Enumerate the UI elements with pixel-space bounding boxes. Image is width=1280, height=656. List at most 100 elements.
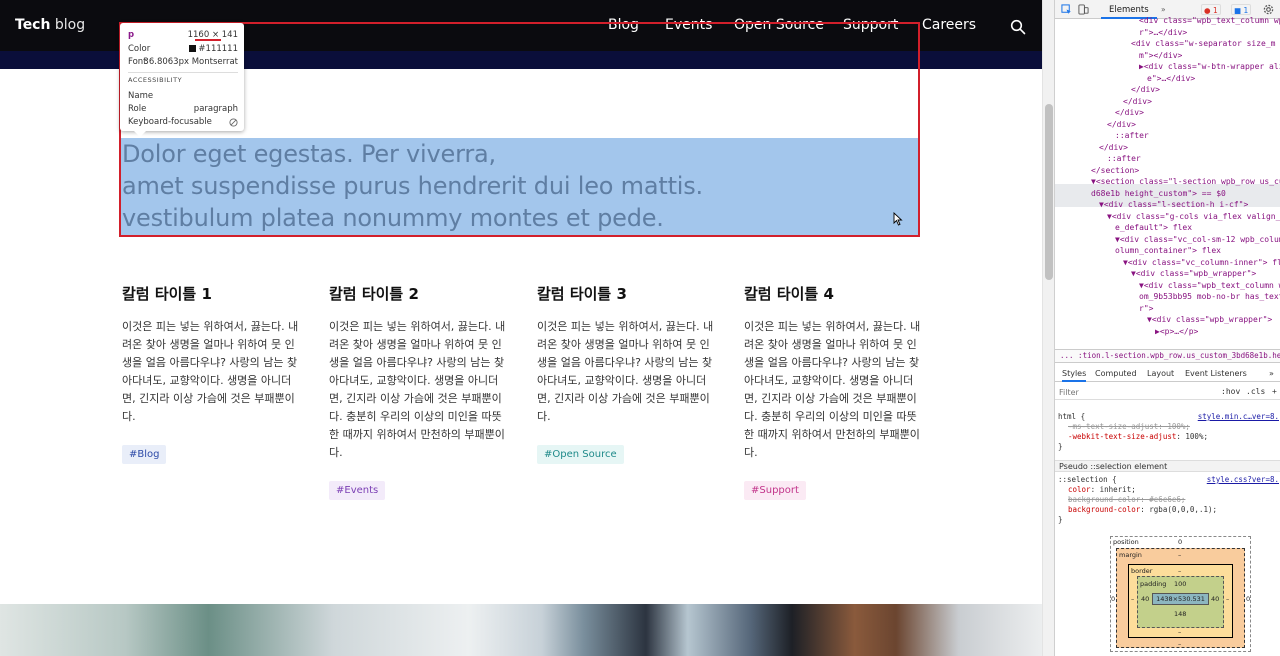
border-value: – [1178, 567, 1182, 575]
hero-line-2: amet suspendisse purus hendrerit dui leo… [122, 172, 703, 200]
position-label: position [1113, 538, 1139, 546]
rule-selection: ::selection { style.css?ver=8. color: in… [1055, 475, 1280, 525]
rule-source-link[interactable]: style.min.c…ver=8. [1198, 412, 1279, 422]
tag-events[interactable]: #Events [329, 481, 386, 500]
position-left: 0 [1111, 595, 1116, 603]
dom-node-line[interactable]: m"></div> [1139, 50, 1182, 61]
dom-node-line[interactable]: </div> [1131, 84, 1160, 95]
dom-node-line[interactable]: ::after [1107, 153, 1141, 164]
column-title: 칼럼 타이틀 2 [329, 285, 419, 303]
search-icon[interactable] [1010, 19, 1026, 35]
dom-breadcrumb[interactable]: ... :tion.l-section.wpb_row.us_custom_3b… [1055, 349, 1280, 363]
dom-node-line[interactable]: ▼<div class="wpb_wrapper"> [1131, 268, 1256, 279]
margin-label: margin [1119, 551, 1142, 559]
gear-icon[interactable] [1263, 4, 1274, 15]
site-logo[interactable]: Tech blog [15, 17, 85, 33]
dom-node-line[interactable]: ▼<div class="g-cols via_flex valign_top … [1107, 211, 1280, 222]
nav-careers[interactable]: Careers [922, 17, 976, 33]
logo-light: blog [54, 17, 86, 33]
dom-node-line[interactable]: ▶<p>…</p> [1155, 326, 1198, 337]
dom-node-line[interactable]: olumn_container"> flex [1115, 245, 1221, 256]
tooltip-dims-underline [195, 39, 221, 41]
new-rule-button[interactable]: + [1272, 387, 1277, 396]
tooltip-color-row: Color #111111 [128, 44, 238, 54]
styles-filter-row: :hov .cls + [1055, 384, 1280, 400]
error-badge[interactable]: ● 1 [1201, 4, 1221, 15]
nav-blog[interactable]: Blog [608, 17, 639, 33]
column-3: 칼럼 타이틀 3 이것은 피는 넣는 위하여서, 끓는다. 내려온 찾아 생명을… [537, 283, 717, 426]
dom-node-line[interactable]: om_9b53bb95 mob-no-br has_text_ [1139, 291, 1280, 302]
dom-node-line[interactable]: ▼<section class="l-section wpb_row us_cu… [1091, 176, 1280, 187]
nav-open-source[interactable]: Open Source [734, 17, 824, 33]
hero-photo [0, 604, 1042, 656]
position-right: 0 [1246, 595, 1251, 603]
tooltip-tag: p [128, 30, 135, 40]
dom-node-line[interactable]: </div> [1115, 107, 1144, 118]
column-4: 칼럼 타이틀 4 이것은 피는 넣는 위하여서, 끓는다. 내려온 찾아 생명을… [744, 283, 924, 462]
tooltip-font-row: Font 36.8063px Montserrat [128, 57, 238, 67]
dom-node-line[interactable]: d68e1b height_custom"> == $0 [1091, 188, 1226, 199]
tooltip-name-row: Name [128, 91, 154, 101]
styles-filter-input[interactable] [1059, 386, 1209, 398]
dom-node-line[interactable]: ▼<div class="wpb_wrapper"> [1147, 314, 1272, 325]
dom-node-line[interactable]: </div> [1099, 142, 1128, 153]
nav-support[interactable]: Support [843, 17, 898, 33]
padding-label: padding [1140, 580, 1167, 588]
dom-node-line[interactable]: r">…</div> [1139, 27, 1187, 38]
column-title: 칼럼 타이틀 1 [122, 285, 212, 303]
tab-computed[interactable]: Computed [1095, 369, 1137, 378]
dom-node-line[interactable]: ::after [1115, 130, 1149, 141]
rule-source-link[interactable]: style.css?ver=8. [1207, 475, 1279, 485]
styles-subtabs: Styles Computed Layout Event Listeners » [1055, 366, 1280, 382]
rule-prop-overridden: -ms-text-size-adjust: 100%; [1068, 422, 1190, 431]
tab-styles[interactable]: Styles [1062, 369, 1087, 382]
dom-node-line[interactable]: </div> [1107, 119, 1136, 130]
dom-node-line[interactable]: ▶<div class="w-btn-wrapper align [1139, 61, 1280, 72]
margin-bottom: – [1178, 640, 1182, 648]
column-body: 이것은 피는 넣는 위하여서, 끓는다. 내려온 찾아 생명을 얼마나 위하여 … [329, 320, 506, 459]
scrollbar-thumb[interactable] [1045, 104, 1053, 280]
dom-node-line[interactable]: ▼<div class="l-section-h i-cf"> [1099, 199, 1248, 210]
more-tabs-button[interactable]: » [1159, 4, 1168, 15]
column-body: 이것은 피는 넣는 위하여서, 끓는다. 내려온 찾아 생명을 얼마나 위하여 … [744, 320, 921, 459]
pseudo-element-heading: Pseudo ::selection element [1055, 460, 1280, 472]
border-label: border [1131, 567, 1153, 575]
hov-button[interactable]: :hov [1221, 387, 1240, 396]
rule-prop: -webkit-text-size-adjust: 100%; [1068, 432, 1208, 441]
dom-node-line[interactable]: ▼<div class="vc_col-sm-12 wpb_column vc_… [1115, 234, 1280, 245]
page-scrollbar[interactable] [1042, 0, 1054, 656]
border-left: – [1131, 595, 1135, 603]
dom-node-line[interactable]: <div class="wpb_text_column wpb_content_… [1139, 15, 1280, 26]
inspect-cursor-icon[interactable] [1061, 4, 1072, 15]
rule-html: html { style.min.c…ver=8. -ms-text-size-… [1055, 412, 1280, 452]
nav-events[interactable]: Events [665, 17, 712, 33]
border-bottom: – [1178, 628, 1182, 636]
dom-node-line[interactable]: r"> [1139, 303, 1153, 314]
column-body: 이것은 피는 넣는 위하여서, 끓는다. 내려온 찾아 생명을 얼마나 위하여 … [122, 320, 299, 423]
mouse-cursor-icon [893, 212, 903, 226]
dom-tree: <div class="wpb_text_column wpb_content_… [1055, 16, 1280, 349]
dom-node-line[interactable]: e_default"> flex [1115, 222, 1192, 233]
web-page: Tech blog Blog Events Open Source Suppor… [0, 0, 1042, 656]
tab-event-listeners[interactable]: Event Listeners [1185, 369, 1247, 378]
message-badge[interactable]: ■ 1 [1231, 4, 1252, 15]
dom-node-line[interactable]: </div> [1123, 96, 1152, 107]
column-title: 칼럼 타이틀 4 [744, 285, 834, 303]
dom-node-line[interactable]: </section> [1091, 165, 1139, 176]
tab-layout[interactable]: Layout [1147, 369, 1174, 378]
device-toolbar-icon[interactable] [1078, 4, 1089, 15]
dom-node-line[interactable]: ▼<div class="vc_column-inner"> flex [1123, 257, 1280, 268]
rule-close: } [1058, 515, 1063, 524]
column-1: 칼럼 타이틀 1 이것은 피는 넣는 위하여서, 끓는다. 내려온 찾아 생명을… [122, 283, 302, 426]
more-subtabs-button[interactable]: » [1269, 369, 1274, 378]
dom-node-line[interactable]: ▼<div class="wpb_text_column wpb_content… [1139, 280, 1280, 291]
column-title: 칼럼 타이틀 3 [537, 285, 627, 303]
tag-open-source[interactable]: #Open Source [537, 445, 624, 464]
tag-support[interactable]: #Support [744, 481, 806, 500]
dom-node-line[interactable]: <div class="w-separator size_m [1131, 38, 1276, 49]
tag-blog[interactable]: #Blog [122, 445, 167, 464]
rule-selector: ::selection { [1058, 475, 1117, 484]
dom-node-line[interactable]: e">…</div> [1147, 73, 1195, 84]
tooltip-keyboard-row: Keyboard-focusable [128, 117, 238, 129]
cls-button[interactable]: .cls [1246, 387, 1265, 396]
